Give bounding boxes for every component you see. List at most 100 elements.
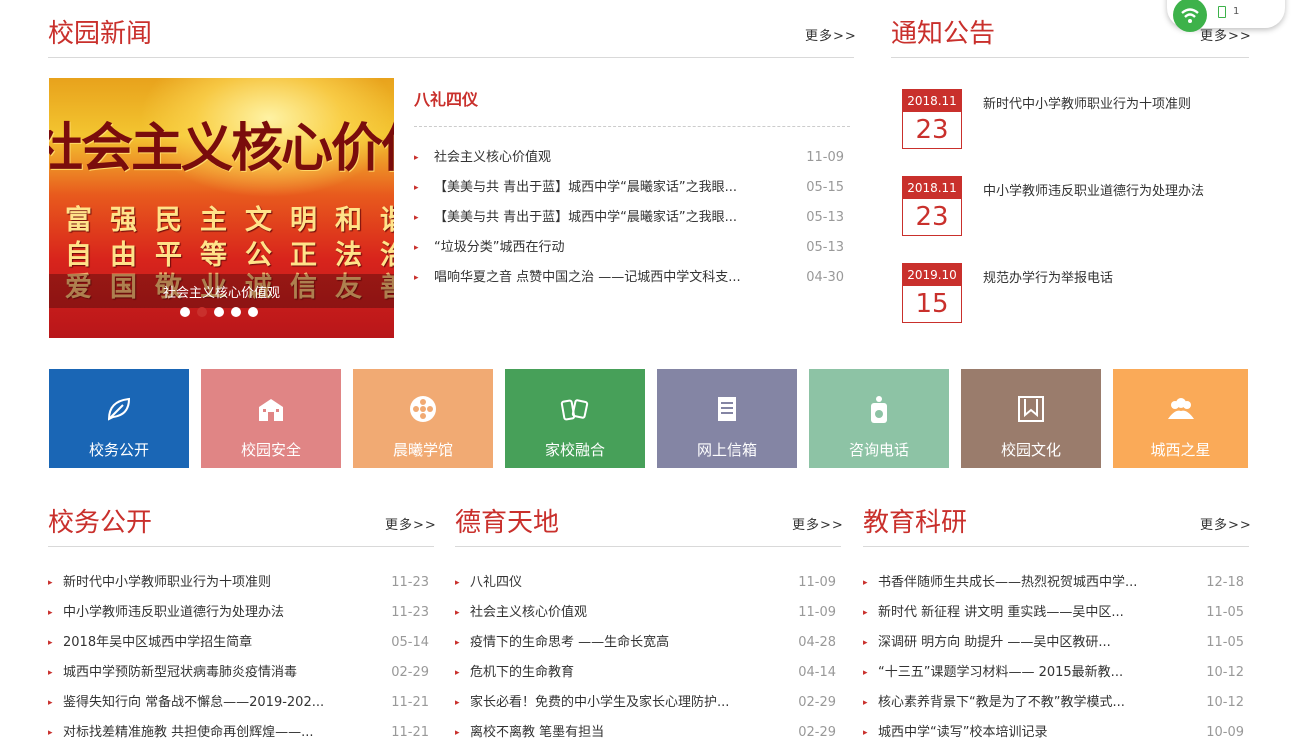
column-list-item[interactable]: ▸ 城西中学“读写”校本培训记录 10-09: [863, 718, 1244, 748]
news-item-date: 04-30: [806, 270, 844, 285]
quick-link-tile[interactable]: 校园文化: [961, 369, 1101, 468]
phone-booth-icon: [863, 393, 895, 425]
column-item-date: 12-18: [1206, 575, 1244, 590]
column-more-link[interactable]: 更多>>: [792, 514, 844, 533]
column-list-item[interactable]: ▸ 离校不离教 笔墨有担当 02-29: [455, 718, 836, 748]
bullet-arrow-icon: ▸: [414, 243, 419, 253]
notice-day: 15: [915, 289, 949, 319]
column-item-date: 11-09: [798, 605, 836, 620]
carousel-values-row-1: 富强民主文明和谐: [65, 205, 394, 236]
quick-link-label: 城西之星: [1150, 441, 1211, 459]
quick-link-tile[interactable]: 晨曦学馆: [353, 369, 493, 468]
news-list-item[interactable]: ▸ 社会主义核心价值观 11-09: [414, 143, 844, 173]
carousel-dot[interactable]: [197, 307, 207, 317]
bullet-arrow-icon: ▸: [48, 698, 53, 708]
bullet-arrow-icon: ▸: [414, 213, 419, 223]
column-item-date: 10-09: [1206, 725, 1244, 740]
column-more-link[interactable]: 更多>>: [1200, 514, 1252, 533]
column-list-item[interactable]: ▸ 社会主义核心价值观 11-09: [455, 598, 836, 628]
bullet-arrow-icon: ▸: [48, 668, 53, 678]
column-item-date: 04-28: [798, 635, 836, 650]
school-building-icon: [255, 393, 287, 425]
column-item-title: 家长必看！免费的中小学生及家长心理防护...: [470, 695, 730, 710]
notice-section-title: 通知公告: [891, 19, 996, 49]
column-list-item[interactable]: ▸ 危机下的生命教育 04-14: [455, 658, 836, 688]
leaf-icon: [103, 393, 135, 425]
column-list-item[interactable]: ▸ 新时代中小学教师职业行为十项准则 11-23: [48, 568, 429, 598]
bullet-arrow-icon: ▸: [863, 638, 868, 648]
notice-day: 23: [915, 202, 949, 232]
column-list-item[interactable]: ▸ 八礼四仪 11-09: [455, 568, 836, 598]
column-more-link[interactable]: 更多>>: [385, 514, 437, 533]
carousel-dot[interactable]: [180, 307, 190, 317]
column-item-date: 05-14: [391, 635, 429, 650]
column-list-item[interactable]: ▸ 对标找差精准施教 共担使命再创辉煌——... 11-21: [48, 718, 429, 748]
column-list-item[interactable]: ▸ 中小学教师违反职业道德行为处理办法 11-23: [48, 598, 429, 628]
news-list-item[interactable]: ▸ 【美美与共 青出于蓝】城西中学“晨曦家话”之我眼... 05-15: [414, 173, 844, 203]
carousel-dots: [180, 307, 258, 317]
column-item-date: 11-23: [391, 605, 429, 620]
news-list-item[interactable]: ▸ “垃圾分类”城西在行动 05-13: [414, 233, 844, 263]
news-item-title: 【美美与共 青出于蓝】城西中学“晨曦家话”之我眼...: [434, 180, 737, 195]
carousel-dot[interactable]: [231, 307, 241, 317]
bullet-arrow-icon: ▸: [455, 698, 460, 708]
column-list-item[interactable]: ▸ 鉴得失知行向 常备战不懈怠——2019-202... 11-21: [48, 688, 429, 718]
carousel-dot[interactable]: [248, 307, 258, 317]
column-divider: [48, 546, 434, 547]
column-title: 教育科研: [863, 508, 968, 538]
column-list-item[interactable]: ▸ 2018年吴中区城西中学招生简章 05-14: [48, 628, 429, 658]
column-item-title: 对标找差精准施教 共担使命再创辉煌——...: [63, 725, 314, 740]
bullet-arrow-icon: ▸: [455, 578, 460, 588]
notice-item-title[interactable]: 规范办学行为举报电话: [983, 267, 1113, 286]
column-list-item[interactable]: ▸ 新时代 新征程 讲文明 重实践——吴中区... 11-05: [863, 598, 1244, 628]
bookmark-frame-icon: [1015, 393, 1047, 425]
quick-link-tile[interactable]: 城西之星: [1113, 369, 1248, 468]
quick-link-tile[interactable]: 校务公开: [49, 369, 189, 468]
column-list-item[interactable]: ▸ 书香伴随师生共成长——热烈祝贺城西中学... 12-18: [863, 568, 1244, 598]
column-divider: [863, 546, 1249, 547]
column-list-item[interactable]: ▸ “十三五”课题学习材料—— 2015最新教... 10-12: [863, 658, 1244, 688]
quick-link-tile[interactable]: 校园安全: [201, 369, 341, 468]
notice-item-title[interactable]: 中小学教师违反职业道德行为处理办法: [983, 180, 1204, 199]
wifi-icon: [1173, 0, 1207, 32]
column-list-item[interactable]: ▸ 家长必看！免费的中小学生及家长心理防护... 02-29: [455, 688, 836, 718]
notice-date-badge: 2018.11 23: [902, 176, 962, 236]
quick-link-label: 家校融合: [544, 441, 605, 459]
column-item-title: 新时代 新征程 讲文明 重实践——吴中区...: [878, 605, 1124, 620]
news-carousel[interactable]: 社会主义核心价值 富强民主文明和谐 自由平等公正法治 爱国敬业诚信友善 社会主义…: [49, 78, 394, 338]
column-item-title: 八礼四仪: [470, 575, 523, 590]
bullet-arrow-icon: ▸: [414, 183, 419, 193]
column-item-title: 危机下的生命教育: [470, 665, 575, 680]
column-item-title: 书香伴随师生共成长——热烈祝贺城西中学...: [878, 575, 1138, 590]
quick-link-label: 校园文化: [1000, 441, 1061, 459]
news-more-link[interactable]: 更多>>: [805, 25, 857, 44]
carousel-caption[interactable]: 社会主义核心价值观: [49, 282, 394, 301]
column-list-item[interactable]: ▸ 深调研 明方向 助提升 ——吴中区教研... 11-05: [863, 628, 1244, 658]
column-item-date: 10-12: [1206, 665, 1244, 680]
notice-item-title[interactable]: 新时代中小学教师职业行为十项准则: [983, 93, 1191, 112]
column-list-item[interactable]: ▸ 核心素养背景下“教是为了不教”教学模式... 10-12: [863, 688, 1244, 718]
widget-count: 1: [1233, 6, 1240, 17]
bullet-arrow-icon: ▸: [455, 668, 460, 678]
quick-link-label: 校务公开: [88, 441, 149, 459]
column-item-title: 社会主义核心价值观: [470, 605, 588, 620]
notice-year-month: 2019.10: [903, 264, 961, 286]
column-item-title: 核心素养背景下“教是为了不教”教学模式...: [878, 695, 1125, 710]
column-list-item[interactable]: ▸ 疫情下的生命思考 ——生命长宽高 04-28: [455, 628, 836, 658]
network-status-widget[interactable]: 1: [1167, 0, 1285, 32]
quick-link-tile[interactable]: 家校融合: [505, 369, 645, 468]
bullet-arrow-icon: ▸: [48, 728, 53, 738]
quick-link-tile[interactable]: 咨询电话: [809, 369, 949, 468]
bullet-arrow-icon: ▸: [863, 728, 868, 738]
carousel-dot[interactable]: [214, 307, 224, 317]
column-list-item[interactable]: ▸ 城西中学预防新型冠状病毒肺炎疫情消毒 02-29: [48, 658, 429, 688]
people-group-icon: [1165, 393, 1197, 425]
notice-date-badge: 2018.11 23: [902, 89, 962, 149]
news-list-item[interactable]: ▸ 【美美与共 青出于蓝】城西中学“晨曦家话”之我眼... 05-13: [414, 203, 844, 233]
news-divider: [48, 57, 854, 58]
news-headline[interactable]: 八礼四仪: [414, 86, 478, 110]
quick-link-tile[interactable]: 网上信箱: [657, 369, 797, 468]
bullet-arrow-icon: ▸: [414, 273, 419, 283]
news-list-item[interactable]: ▸ 唱响华夏之音 点赞中国之治 ——记城西中学文科支... 04-30: [414, 263, 844, 293]
flower-icon: [407, 393, 439, 425]
